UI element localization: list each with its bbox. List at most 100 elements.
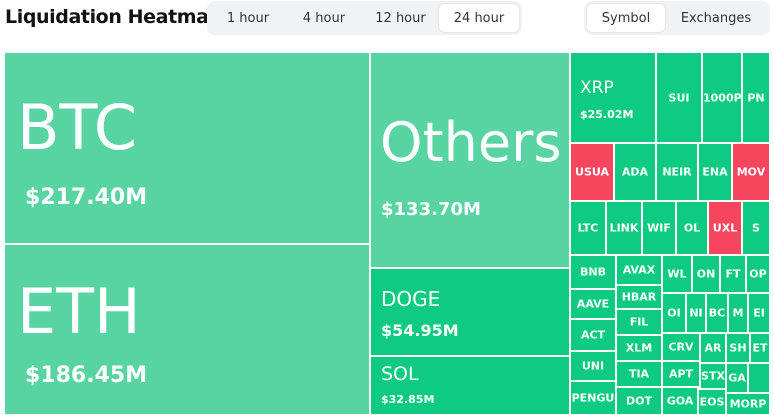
tile-symbol: Others <box>380 111 562 174</box>
tile-hbar[interactable]: HBAR <box>616 285 662 309</box>
tile-dot[interactable]: DOT <box>616 387 662 415</box>
tile-symbol: USUA <box>575 165 609 179</box>
tile-symbol: M <box>732 306 744 320</box>
tile-ena[interactable]: ENA <box>698 143 732 201</box>
tile-uni[interactable]: UNI <box>570 351 616 381</box>
tile-ltc[interactable]: LTC <box>570 201 606 255</box>
tile-avax[interactable]: AVAX <box>616 255 662 285</box>
tile-op[interactable]: OP <box>746 255 770 293</box>
tile-goa[interactable]: GOA <box>662 387 698 415</box>
tile-neiro[interactable]: NEIR <box>656 143 698 201</box>
tab-symbol[interactable]: Symbol <box>587 4 665 32</box>
tile-sh[interactable]: SH <box>726 333 750 363</box>
tile-move[interactable]: MOV <box>732 143 770 201</box>
tab-1-hour[interactable]: 1 hour <box>210 4 286 32</box>
tile-ar[interactable]: AR <box>700 333 726 363</box>
tile-symbol: OI <box>667 306 681 320</box>
tile-symbol: PENGU <box>571 391 615 405</box>
tile-ni[interactable]: NI <box>686 293 706 333</box>
tile-symbol: ETH <box>17 275 141 348</box>
tile-uxl[interactable]: UXL <box>708 201 742 255</box>
tile-symbol: PN <box>747 91 765 104</box>
tile-symbol: UXL <box>712 221 738 235</box>
tile-symbol: NI <box>689 306 703 320</box>
tile-sui[interactable]: SUI <box>656 52 702 143</box>
tile-xlm[interactable]: XLM <box>616 335 662 361</box>
tile-pn[interactable]: PN <box>742 52 770 143</box>
tile-symbol: WIF <box>647 221 671 235</box>
tile-morp[interactable]: MORP <box>726 393 770 415</box>
tile-others[interactable]: Others $133.70M <box>370 52 570 268</box>
tile-value: $25.02M <box>580 108 634 121</box>
tile-et[interactable]: ET <box>750 333 770 363</box>
tile-ada[interactable]: ADA <box>614 143 656 201</box>
tile-symbol: MOV <box>736 165 766 179</box>
tile-symbol: CRV <box>668 340 694 354</box>
tile-symbol: DOGE <box>381 287 441 311</box>
tile-symbol: AVAX <box>622 263 656 277</box>
tile-symbol: SOL <box>381 363 419 385</box>
tile-pengu[interactable]: PENGU <box>570 381 616 415</box>
tile-oi[interactable]: OI <box>662 293 686 333</box>
tile-symbol: EOS <box>699 395 725 409</box>
tile-symbol: GOA <box>666 394 694 408</box>
tile-symbol: SUI <box>668 91 690 104</box>
tile-symbol: MORP <box>729 397 767 411</box>
tile-link[interactable]: LINK <box>606 201 642 255</box>
tab-4-hour[interactable]: 4 hour <box>286 4 362 32</box>
tile-symbol: 1000P <box>703 91 742 104</box>
tile-fil[interactable]: FIL <box>616 309 662 335</box>
tile-aave[interactable]: AAVE <box>570 289 616 319</box>
tile-act[interactable]: ACT <box>570 319 616 351</box>
tile-symbol: DOT <box>626 394 652 408</box>
tab-12-hour[interactable]: 12 hour <box>362 4 439 32</box>
tab-24-hour[interactable]: 24 hour <box>439 4 519 32</box>
tile-symbol: LTC <box>577 221 599 235</box>
tile-symbol: GA <box>728 371 746 385</box>
tile-symbol: OL <box>683 221 701 235</box>
tile-stx[interactable]: STX <box>700 363 726 389</box>
tile-symbol: TIA <box>628 367 650 381</box>
time-range-selector: 1 hour 4 hour 12 hour 24 hour <box>207 1 522 35</box>
tile-symbol: AAVE <box>576 297 610 311</box>
tile-value: $217.40M <box>25 185 148 210</box>
tile-symbol: ACT <box>580 328 606 342</box>
tile-eth[interactable]: ETH $186.45M <box>4 244 370 415</box>
tile-usual[interactable]: USUA <box>570 143 614 201</box>
tile-ft[interactable]: FT <box>720 255 746 293</box>
tile-symbol: STX <box>701 369 725 383</box>
tile-wl[interactable]: WL <box>662 255 692 293</box>
tile-eos[interactable]: EOS <box>698 389 726 415</box>
tile-crv[interactable]: CRV <box>662 333 700 361</box>
tile-sol[interactable]: SOL $32.85M <box>370 356 570 415</box>
tile-symbol: APT <box>668 367 694 381</box>
tile-symbol: NEIR <box>662 165 692 179</box>
view-selector: Symbol Exchanges <box>584 1 770 35</box>
tile-bc[interactable]: BC <box>706 293 728 333</box>
tile-tia[interactable]: TIA <box>616 361 662 387</box>
tile-ei[interactable]: EI <box>748 293 770 333</box>
tile-symbol: ON <box>696 267 716 281</box>
tile-symbol: ADA <box>621 165 649 179</box>
tile-1000p[interactable]: 1000P <box>702 52 742 143</box>
tile-misc[interactable] <box>748 363 770 393</box>
tab-exchanges[interactable]: Exchanges <box>665 4 767 32</box>
tile-wif[interactable]: WIF <box>642 201 676 255</box>
tile-btc[interactable]: BTC $217.40M <box>4 52 370 244</box>
tile-symbol: FIL <box>629 315 649 329</box>
tile-value: $32.85M <box>381 393 435 406</box>
tile-symbol: WL <box>667 267 687 281</box>
tile-apt[interactable]: APT <box>662 361 700 387</box>
tile-symbol: XRP <box>580 78 614 98</box>
toolbar: Liquidation Heatmap 1 hour 4 hour 12 hou… <box>0 0 774 50</box>
tile-symbol: AR <box>704 341 722 355</box>
tile-doge[interactable]: DOGE $54.95M <box>370 268 570 356</box>
tile-m[interactable]: M <box>728 293 748 333</box>
tile-on[interactable]: ON <box>692 255 720 293</box>
tile-ol[interactable]: OL <box>676 201 708 255</box>
tile-xrp[interactable]: XRP $25.02M <box>570 52 656 143</box>
tile-bnb[interactable]: BNB <box>570 255 616 289</box>
tile-ga[interactable]: GA <box>726 363 748 393</box>
tile-s[interactable]: S <box>742 201 770 255</box>
tile-symbol: UNI <box>581 359 605 373</box>
